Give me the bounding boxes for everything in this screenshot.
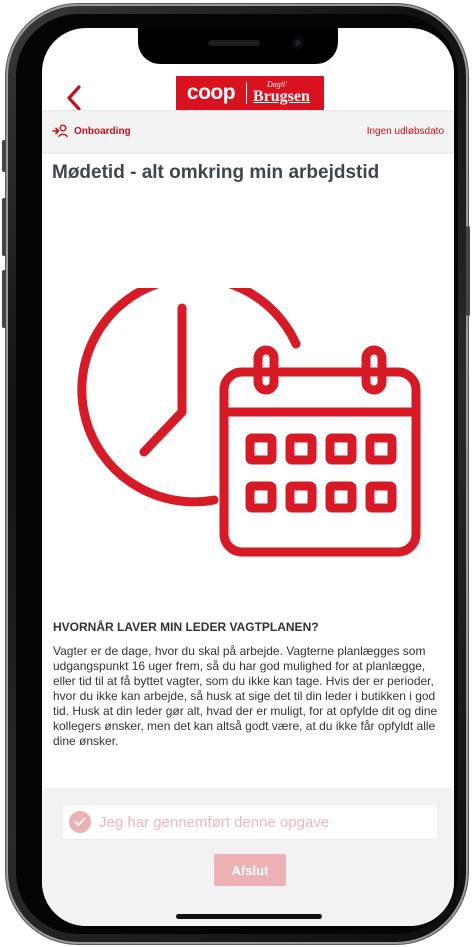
task-info-bar: Onboarding Ingen udløbsdato <box>42 110 454 154</box>
volume-down-button <box>2 270 6 328</box>
logo-brugsen-block: Dagli' Brugsen <box>253 81 310 105</box>
check-icon <box>74 817 86 826</box>
app-screen: coop Dagli' Brugsen Onboarding Ingen udl… <box>42 28 454 926</box>
task-footer: Jeg har gennemført denne opgave Afslut <box>42 788 454 926</box>
notch <box>138 28 338 64</box>
expiry-text: Ingen udløbsdato <box>366 126 444 137</box>
check-circle <box>69 811 91 833</box>
logo-brugsen-text: Brugsen <box>253 88 310 105</box>
section-heading: HVORNÅR LAVER MIN LEDER VAGTPLANEN? <box>53 620 319 634</box>
category-label: Onboarding <box>52 124 131 138</box>
volume-up-button <box>2 198 6 256</box>
home-indicator[interactable] <box>176 914 322 919</box>
chevron-left-icon <box>67 85 81 111</box>
page-title: Mødetid - alt omkring min arbejdstid <box>52 162 380 183</box>
checkbox-label: Jeg har gennemført denne opgave <box>99 813 330 831</box>
camera <box>292 37 304 49</box>
coop-brugsen-logo: coop Dagli' Brugsen <box>176 76 324 110</box>
speaker <box>208 40 260 46</box>
finish-button[interactable]: Afslut <box>214 854 286 886</box>
clock-calendar-icon <box>77 288 421 557</box>
completion-checkbox[interactable]: Jeg har gennemført denne opgave <box>62 804 438 840</box>
mute-switch <box>2 140 6 172</box>
category-text: Onboarding <box>74 125 131 137</box>
logo-separator <box>246 82 247 104</box>
power-button <box>466 226 470 316</box>
body-paragraph: Vagter er de dage, hvor du skal på arbej… <box>53 644 438 748</box>
logo-coop-text: coop <box>186 81 236 104</box>
person-arrow-icon <box>52 124 68 138</box>
